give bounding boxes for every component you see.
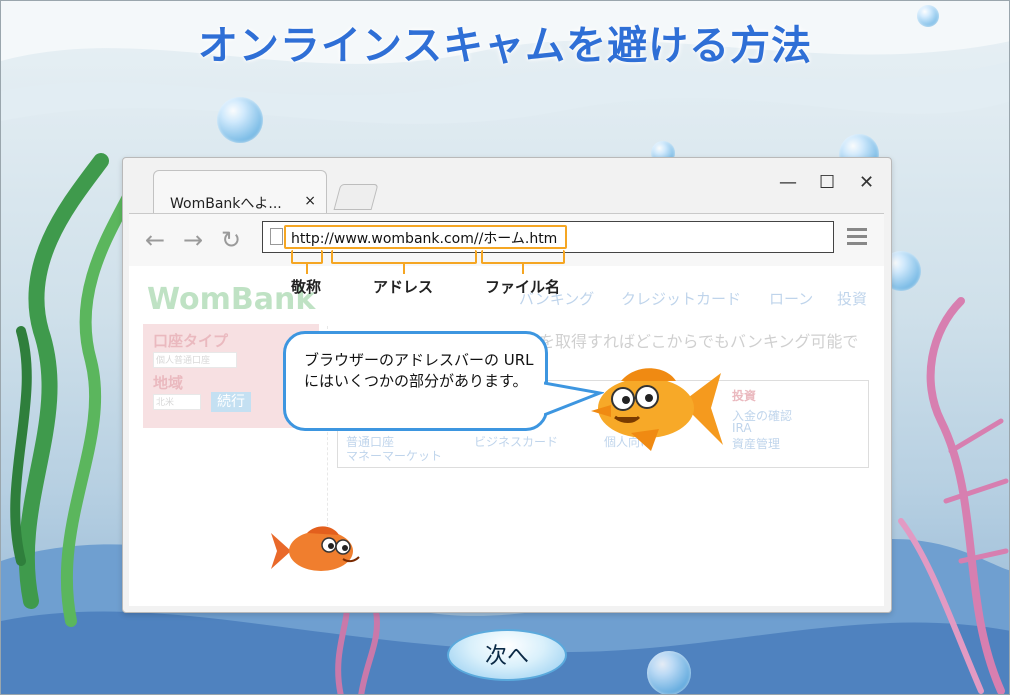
box-item[interactable]: マネーマーケット [346, 447, 442, 464]
new-tab-button[interactable] [333, 184, 379, 210]
invest-heading: 投資 [732, 389, 757, 403]
continue-button[interactable]: 続行 [211, 392, 251, 412]
protocol-label: 敬称 [291, 278, 322, 296]
page-icon [270, 228, 283, 245]
menu-icon[interactable] [847, 228, 867, 249]
speech-bubble: ブラウザーのアドレスバーの URL にはいくつかの部分があります。 [283, 331, 548, 431]
invest-link[interactable]: 資産管理 [732, 435, 780, 452]
maximize-icon[interactable]: ☐ [819, 172, 835, 193]
file-stem [522, 264, 524, 274]
site-nav-credit-card[interactable]: クレジットカード [621, 288, 741, 309]
browser-tab[interactable]: WomBankへよ... × [153, 170, 327, 215]
account-type-select[interactable]: 個人普通口座 [153, 352, 237, 368]
page-title: オンラインスキャムを避ける方法 [197, 23, 813, 69]
site-nav-invest[interactable]: 投資 [837, 288, 867, 309]
reload-icon[interactable]: ↻ [221, 226, 241, 254]
address-stem [403, 264, 405, 274]
tab-close-icon[interactable]: × [304, 193, 316, 209]
scene: オンラインスキャムを避ける方法 WomBankへよ... × — ☐ ✕ ← →… [0, 0, 1010, 695]
bubble-decoration [217, 97, 263, 143]
minimize-icon[interactable]: — [779, 172, 797, 193]
forward-arrow-icon[interactable]: → [183, 226, 203, 254]
fish-icon [271, 526, 360, 571]
page-viewport: WomBank バンキング クレジットカード ローン 投資 を取得すればどこから… [129, 266, 884, 606]
address-label: アドレス [373, 278, 434, 296]
invest-link[interactable]: IRA [732, 421, 752, 435]
region-label: 地域 [153, 374, 184, 392]
protocol-stem [306, 264, 308, 274]
account-type-label: 口座タイプ [153, 332, 229, 350]
protocol-bracket [291, 250, 323, 264]
close-icon[interactable]: ✕ [859, 172, 874, 193]
file-bracket [481, 250, 565, 264]
speech-text: ブラウザーのアドレスバーの URL にはいくつかの部分があります。 [304, 351, 534, 390]
tab-title: WomBankへよ... [170, 196, 282, 212]
back-arrow-icon[interactable]: ← [145, 226, 165, 254]
url-highlight [284, 225, 567, 249]
next-button[interactable]: 次へ [447, 629, 567, 681]
site-nav-loans[interactable]: ローン [769, 288, 813, 309]
bubble-decoration [647, 651, 691, 694]
region-select[interactable]: 北米 [153, 394, 201, 410]
promo-text: を取得すればどこからでもバンキング可能で [539, 332, 859, 351]
box-item[interactable]: ビジネスカード [474, 433, 558, 450]
fish-with-glasses-icon [591, 368, 723, 451]
file-name-label: ファイル名 [485, 278, 561, 296]
address-bracket [331, 250, 477, 264]
